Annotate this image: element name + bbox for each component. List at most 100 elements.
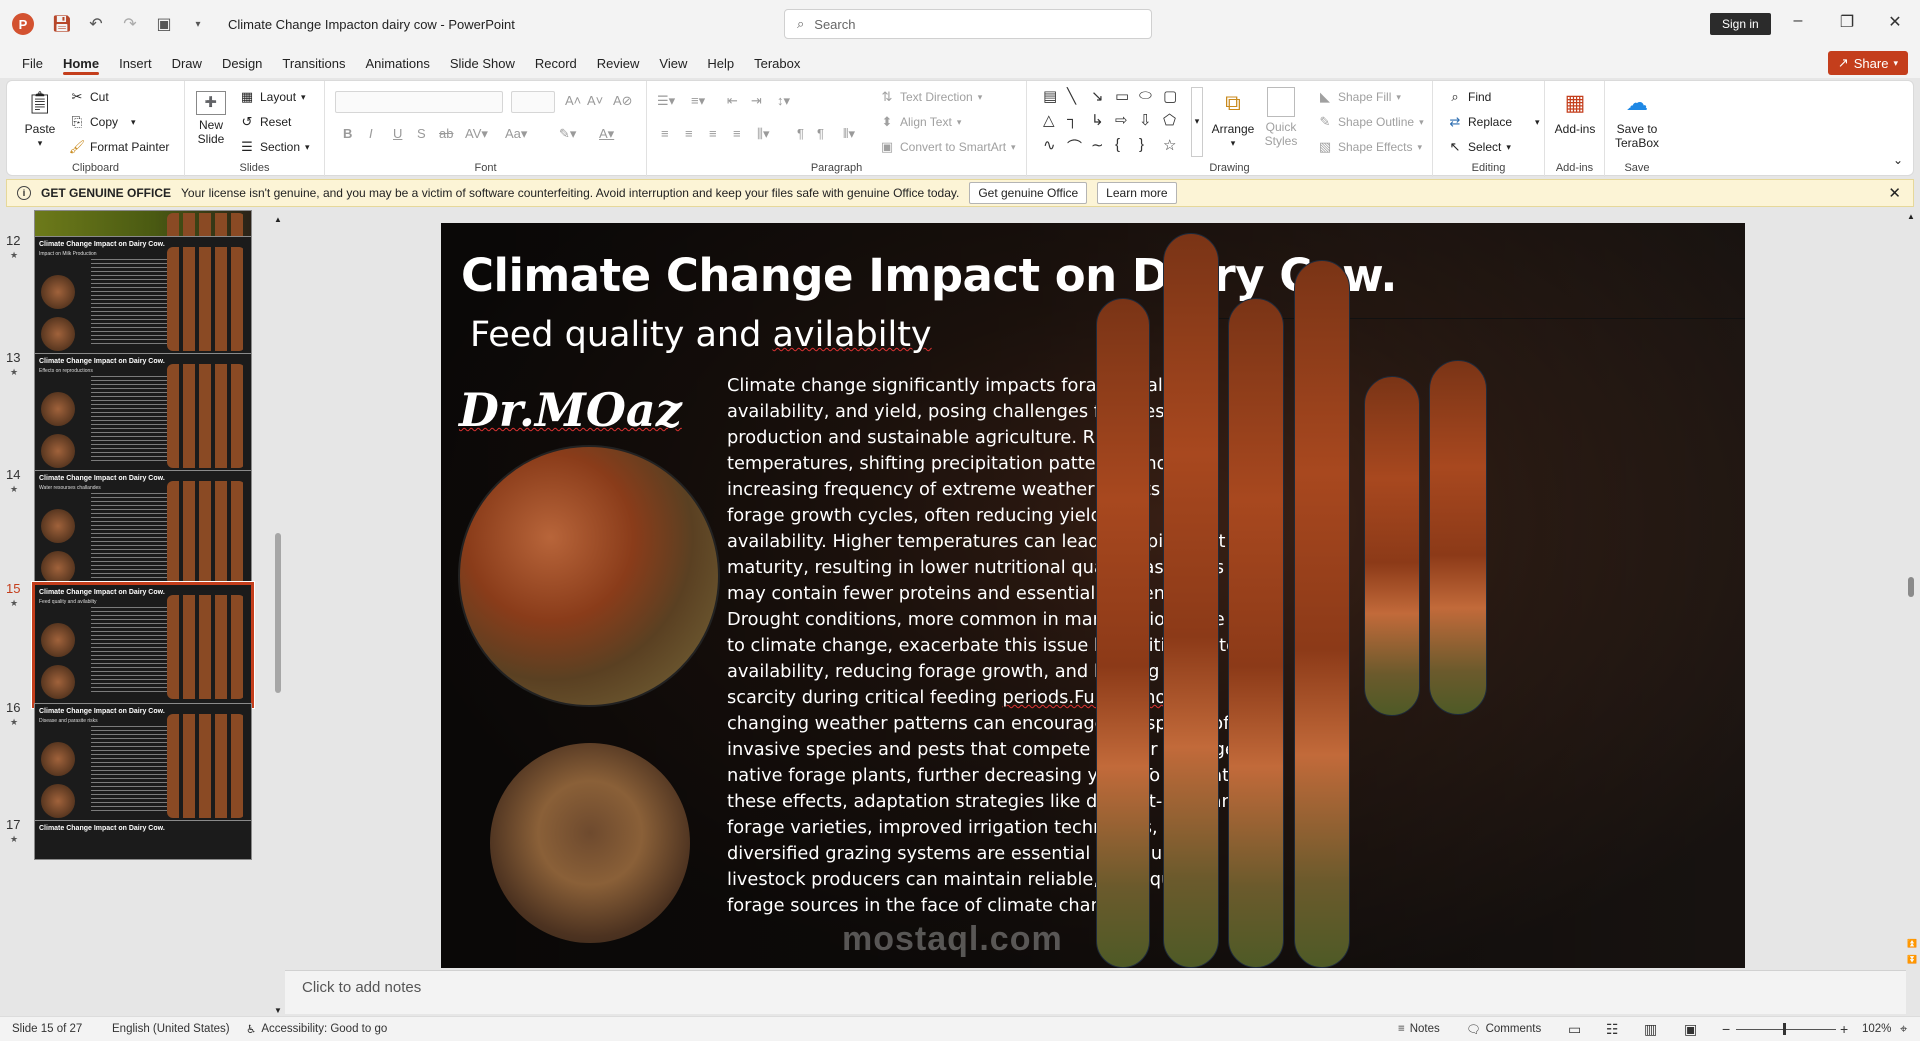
- line-spacing-icon[interactable]: ↕▾: [777, 93, 790, 109]
- char-spacing-icon[interactable]: AV▾: [465, 126, 488, 142]
- oval-shape-icon[interactable]: ⬭: [1139, 87, 1161, 107]
- close-icon[interactable]: ✕: [1888, 184, 1901, 202]
- change-case-icon[interactable]: Aa▾: [505, 126, 527, 142]
- share-button[interactable]: ↗ Share ▾: [1827, 51, 1908, 75]
- thumbnail-scrollbar[interactable]: ▲ ▼: [273, 215, 283, 1015]
- present-icon[interactable]: ▣: [154, 14, 174, 34]
- tab-animations[interactable]: Animations: [356, 48, 440, 78]
- minimize-icon[interactable]: –: [1786, 12, 1810, 30]
- find-button[interactable]: ⌕ Find: [1447, 89, 1491, 105]
- tab-record[interactable]: Record: [525, 48, 587, 78]
- accessibility-status[interactable]: ♿︎ Accessibility: Good to go: [246, 1022, 387, 1036]
- down-arrow-shape-icon[interactable]: ⇩: [1139, 111, 1161, 131]
- language-indicator[interactable]: English (United States): [112, 1023, 230, 1035]
- bullets-icon[interactable]: ☰▾: [657, 93, 675, 109]
- arrange-button[interactable]: ⧉ Arrange ▾: [1211, 87, 1255, 150]
- align-left-icon[interactable]: ≡: [661, 126, 669, 141]
- zoom-slider[interactable]: [1736, 1029, 1836, 1030]
- elbow-shape-icon[interactable]: ┐: [1067, 111, 1089, 131]
- normal-view-icon[interactable]: ▭: [1568, 1021, 1581, 1038]
- zoom-out-icon[interactable]: −: [1722, 1021, 1730, 1037]
- sign-in-button[interactable]: Sign in: [1710, 13, 1771, 35]
- quick-styles-button[interactable]: Quick Styles: [1259, 87, 1303, 148]
- select-button[interactable]: ↖ Select ▾: [1447, 139, 1511, 155]
- table-columns-icon[interactable]: ⫴▾: [843, 126, 855, 142]
- cow-image-pill-1[interactable]: [1096, 298, 1150, 968]
- cow-image-pill-4[interactable]: [1294, 260, 1350, 968]
- numbering-icon[interactable]: ≡▾: [691, 93, 705, 109]
- rounded-rect-shape-icon[interactable]: ▢: [1163, 87, 1185, 107]
- font-family-select[interactable]: [335, 91, 503, 113]
- elbow-arrow-shape-icon[interactable]: ↳: [1091, 111, 1113, 131]
- zoom-level[interactable]: 102%: [1862, 1023, 1891, 1035]
- zoom-in-icon[interactable]: +: [1840, 1021, 1848, 1037]
- font-size-select[interactable]: [511, 91, 555, 113]
- undo-icon[interactable]: ↶: [86, 14, 106, 34]
- slide-canvas[interactable]: Climate Change Impact on Dairy Cow. Feed…: [441, 223, 1745, 968]
- shapes-more-icon[interactable]: ▾: [1191, 87, 1203, 157]
- editor-scrollbar[interactable]: ▲ ⏫ ⏬: [1904, 212, 1918, 972]
- increase-indent-icon[interactable]: ⇥: [751, 93, 762, 109]
- tab-terabox[interactable]: Terabox: [744, 48, 810, 78]
- columns-icon[interactable]: ⫼▾: [757, 126, 770, 142]
- scrollbar-thumb[interactable]: [275, 533, 281, 693]
- cow-image-pill-6[interactable]: [1429, 360, 1487, 715]
- redo-icon[interactable]: ↷: [120, 14, 140, 34]
- tab-help[interactable]: Help: [697, 48, 744, 78]
- pentagon-shape-icon[interactable]: ⬠: [1163, 111, 1185, 131]
- tab-file[interactable]: File: [12, 48, 53, 78]
- underline-icon[interactable]: U: [393, 126, 402, 141]
- triangle-shape-icon[interactable]: △: [1043, 111, 1065, 131]
- clear-format-icon[interactable]: A⊘: [613, 93, 633, 109]
- highland-cow-photo-circle[interactable]: [490, 743, 690, 943]
- rtl-icon[interactable]: ¶: [797, 126, 804, 141]
- close-icon[interactable]: ✕: [1883, 12, 1907, 32]
- slide-thumbnail-12[interactable]: Climate Change Impact on Dairy Cow. Impac…: [34, 236, 252, 358]
- notes-pane[interactable]: Click to add notes: [285, 970, 1906, 1014]
- slide-thumbnail-17[interactable]: Climate Change Impact on Dairy Cow.: [34, 820, 252, 860]
- curve-shape-icon[interactable]: ∼: [1091, 136, 1113, 159]
- section-button[interactable]: ☰ Section ▾: [239, 139, 309, 155]
- fit-slide-icon[interactable]: ⌖: [1900, 1021, 1907, 1037]
- text-direction-button[interactable]: ⇅ Text Direction ▾: [879, 89, 983, 105]
- shape-fill-button[interactable]: ◣ Shape Fill ▾: [1317, 89, 1401, 105]
- right-arrow-shape-icon[interactable]: ⇨: [1115, 111, 1137, 131]
- tab-slide-show[interactable]: Slide Show: [440, 48, 525, 78]
- slide-thumbnail-16[interactable]: Climate Change Impact on Dairy Cow. Disea…: [34, 703, 252, 825]
- slide-author[interactable]: Dr.MOaz: [459, 383, 682, 437]
- tab-design[interactable]: Design: [212, 48, 272, 78]
- scrollbar-thumb[interactable]: [1908, 577, 1914, 597]
- layout-button[interactable]: ▦ Layout ▾: [239, 89, 306, 105]
- shapes-gallery[interactable]: ▤ ╲ ↘ ▭ ⬭ ▢ △ ┐ ↳ ⇨ ⇩ ⬠ ∿ ⌒ ∼{} ☆: [1043, 87, 1189, 159]
- new-slide-button[interactable]: ➕ New Slide: [191, 87, 231, 146]
- addins-button[interactable]: ▦ Add-ins: [1551, 87, 1599, 137]
- slide-sorter-icon[interactable]: ☷: [1606, 1021, 1619, 1038]
- prev-slide-icon[interactable]: ⏫: [1907, 939, 1917, 948]
- arc-shape-icon[interactable]: ⌒: [1067, 136, 1089, 159]
- slide-thumbnail-14[interactable]: Climate Change Impact on Dairy Cow. Water…: [34, 470, 252, 592]
- cow-image-pill-5[interactable]: [1364, 376, 1420, 716]
- save-terabox-button[interactable]: ☁ Save to TeraBox: [1611, 87, 1663, 151]
- paste-button[interactable]: 📋︎ Paste ▾: [21, 87, 59, 150]
- cut-button[interactable]: ✂ Cut: [69, 89, 109, 105]
- italic-icon[interactable]: I: [369, 126, 373, 141]
- reset-button[interactable]: ↺ Reset: [239, 114, 292, 130]
- ltr-icon[interactable]: ¶: [817, 126, 824, 141]
- textbox-shape-icon[interactable]: ▤: [1043, 87, 1065, 107]
- tab-transitions[interactable]: Transitions: [272, 48, 355, 78]
- slide-thumbnail-13[interactable]: Climate Change Impact on Dairy Cow. Effec…: [34, 353, 252, 475]
- rectangle-shape-icon[interactable]: ▭: [1115, 87, 1137, 107]
- shape-outline-button[interactable]: ✎ Shape Outline ▾: [1317, 114, 1424, 130]
- scroll-down-icon[interactable]: ▼: [274, 1006, 282, 1015]
- grow-font-icon[interactable]: A˄: [565, 93, 581, 108]
- slide-thumbnail-15[interactable]: Climate Change Impact on Dairy Cow. Feed …: [31, 581, 255, 709]
- left-brace-shape-icon[interactable]: {: [1115, 136, 1137, 159]
- zoom-slider-knob[interactable]: [1783, 1023, 1786, 1035]
- customize-icon[interactable]: ▾: [188, 14, 208, 34]
- bold-icon[interactable]: B: [343, 126, 352, 141]
- tab-home[interactable]: Home: [53, 48, 109, 78]
- save-icon[interactable]: 💾︎: [52, 14, 72, 34]
- freeform-shape-icon[interactable]: ∿: [1043, 136, 1065, 159]
- cow-image-pill-2[interactable]: [1163, 233, 1219, 968]
- scroll-up-icon[interactable]: ▲: [274, 215, 282, 224]
